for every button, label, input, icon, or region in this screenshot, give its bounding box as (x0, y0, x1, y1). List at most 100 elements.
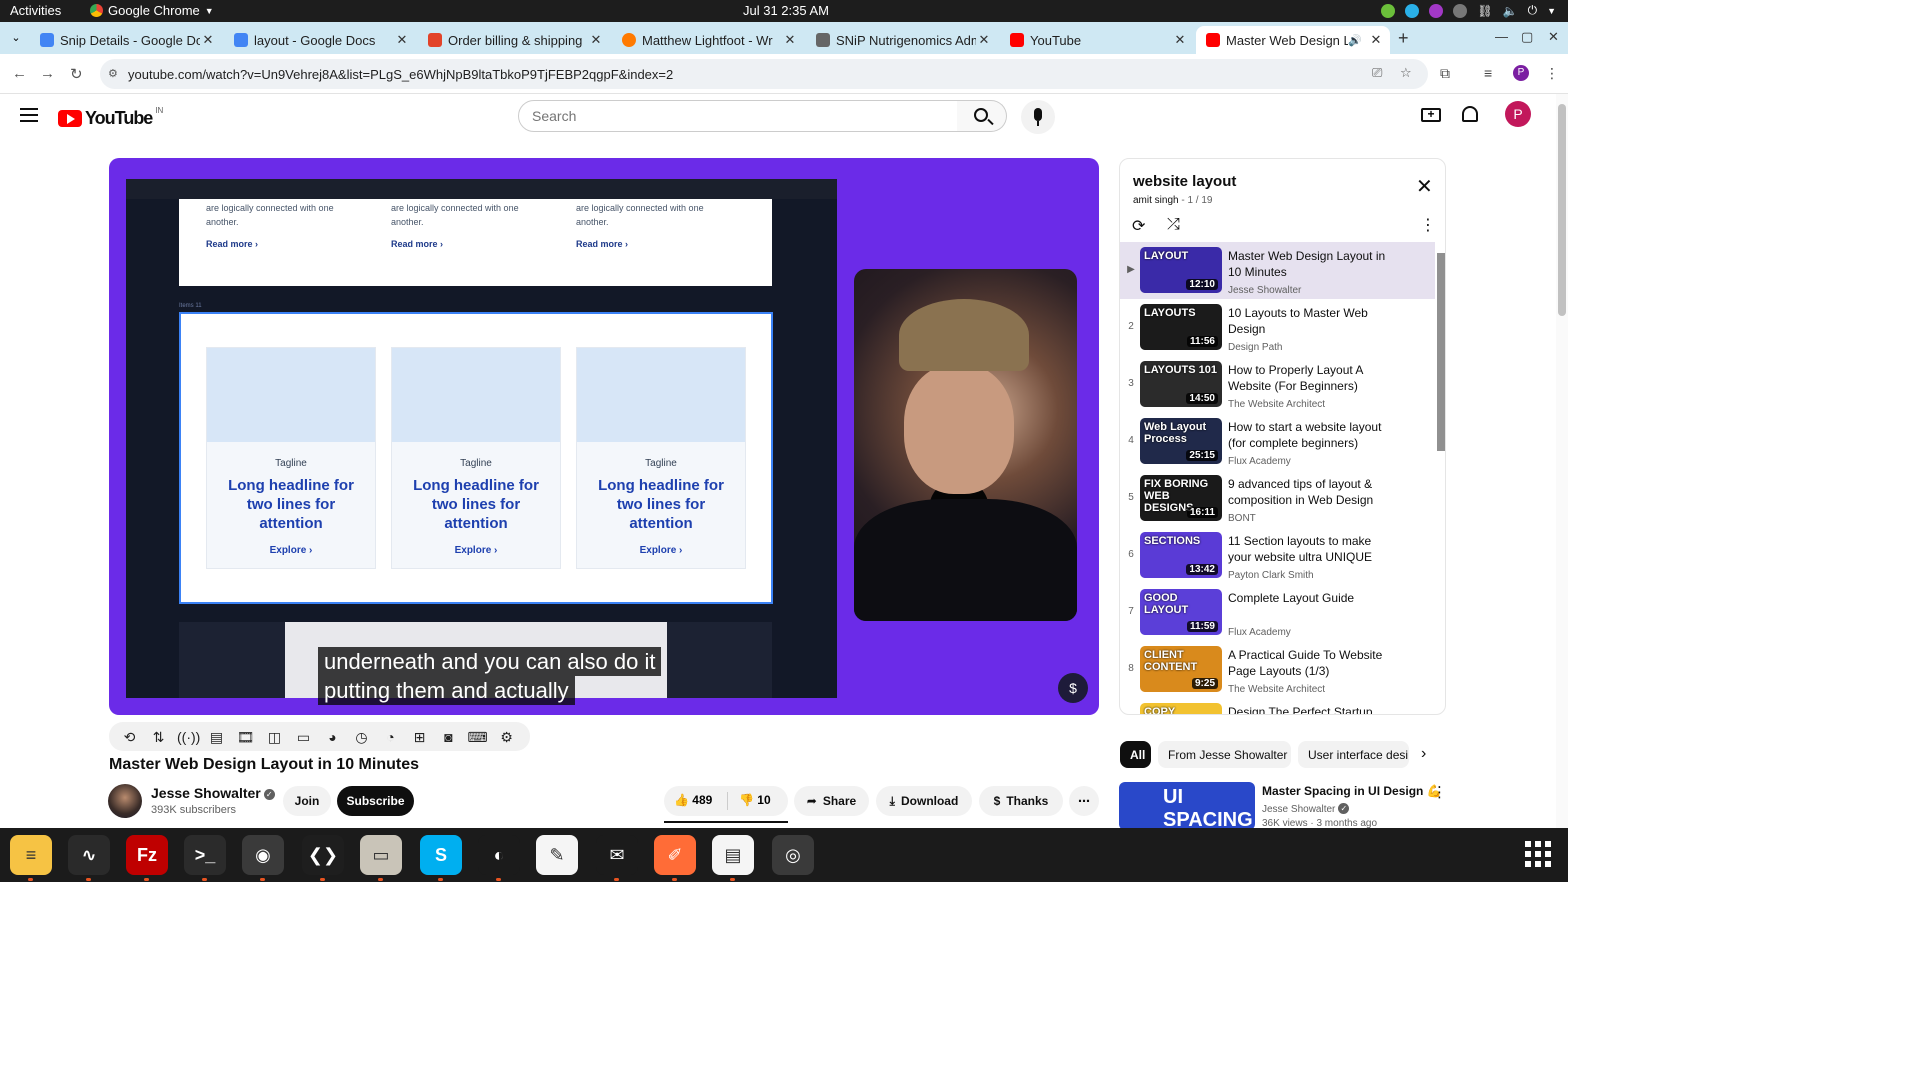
network-icon[interactable]: ⛓ (1477, 4, 1492, 18)
recommended-thumbnail[interactable]: UI SPACING (1119, 782, 1255, 830)
power-icon[interactable]: ⏻ (1528, 3, 1538, 18)
address-bar[interactable]: ⚙ youtube.com/watch?v=Un9Vehrej8A&list=P… (100, 59, 1428, 89)
tab-snip-admin[interactable]: SNiP Nutrigenomics Adm ✕ (806, 26, 998, 54)
install-app-icon[interactable]: ⎚ (1372, 65, 1382, 81)
dock-text-editor-icon[interactable]: ✎ (536, 835, 578, 875)
extensions-icon[interactable]: ⧉ (1440, 65, 1450, 82)
playlist-menu-icon[interactable]: ⋮ (1420, 215, 1436, 235)
close-tab-icon[interactable]: ✕ (1368, 32, 1384, 48)
close-tab-icon[interactable]: ✕ (588, 32, 604, 48)
create-icon[interactable]: + (1421, 108, 1441, 122)
media-control-icon[interactable]: ≡ (1484, 65, 1492, 81)
dock-terminal-icon[interactable]: >_ (184, 835, 226, 881)
account-avatar[interactable]: P (1505, 101, 1531, 127)
playlist-thumbnail[interactable]: SECTIONS 13:42 (1140, 532, 1222, 578)
playlist-item[interactable]: 5 FIX BORING WEB DESIGNS 16:11 9 advanced t… (1120, 470, 1435, 527)
more-options-icon[interactable]: ⋮ (1432, 783, 1447, 801)
playlist-item-title[interactable]: Design The Perfect Startup (1228, 704, 1388, 714)
subscribe-button[interactable]: Subscribe (337, 786, 414, 816)
notifications-bell-icon[interactable] (1462, 106, 1478, 122)
dock-skype-icon[interactable]: S (420, 835, 462, 881)
dislike-button[interactable]: 👎 10 (739, 793, 771, 807)
thanks-button[interactable]: $ Thanks (979, 786, 1063, 816)
audio-playing-icon[interactable]: 🔊 (1348, 34, 1362, 47)
scroll-thumb[interactable] (1437, 253, 1445, 451)
tab-order-billing[interactable]: Order billing & shipping ✕ (418, 26, 610, 54)
playlist-thumbnail[interactable]: GOOD LAYOUT 11:59 (1140, 589, 1222, 635)
close-tab-icon[interactable]: ✕ (782, 32, 798, 48)
tab-search-icon[interactable]: ⌄ (8, 31, 24, 47)
playlist-item[interactable]: 7 GOOD LAYOUT 11:59 Complete Layout Guide Fl… (1120, 584, 1435, 641)
playlist-thumbnail[interactable]: LAYOUTS 101 14:50 (1140, 361, 1222, 407)
close-window-icon[interactable]: ✕ (1548, 29, 1559, 45)
sponsor-dollar-icon[interactable]: $ (1058, 673, 1088, 703)
color-icon[interactable]: ◕ (322, 728, 343, 746)
speed-icon[interactable]: ◷ (351, 728, 372, 746)
tab-snip-details[interactable]: Snip Details - Google Do ✕ (30, 26, 222, 54)
extension-icon[interactable] (1429, 3, 1444, 18)
playlist-item-title[interactable]: 10 Layouts to Master Web Design (1228, 305, 1388, 337)
shield-check-icon[interactable] (1381, 3, 1396, 18)
playlist-thumbnail[interactable]: FIX BORING WEB DESIGNS 16:11 (1140, 475, 1222, 521)
loop-playlist-icon[interactable]: ⟳ (1132, 216, 1145, 236)
show-apps-grid-icon[interactable] (1525, 841, 1551, 867)
dock-chrome-icon[interactable]: ◉ (242, 835, 284, 881)
shuffle-icon[interactable]: ⤮ (1167, 216, 1180, 234)
recommended-channel[interactable]: Jesse Showalter ✓ (1262, 803, 1350, 815)
page-scrollbar[interactable] (1556, 94, 1568, 828)
tab-matthew-lightfoot[interactable]: Matthew Lightfoot - Wr ✕ (612, 26, 804, 54)
playlist-item-title[interactable]: 11 Section layouts to make your website … (1228, 533, 1388, 565)
playlist-owner[interactable]: amit singh (1133, 195, 1179, 206)
close-tab-icon[interactable]: ✕ (1172, 32, 1188, 48)
add-frame-icon[interactable]: ⊞ (409, 728, 430, 746)
broadcast-icon[interactable]: ((·)) (177, 728, 200, 746)
playlist-item-title[interactable]: 9 advanced tips of layout & composition … (1228, 476, 1388, 508)
playlist-item-title[interactable]: A Practical Guide To Website Page Layout… (1228, 647, 1388, 679)
close-tab-icon[interactable]: ✕ (976, 32, 992, 48)
playlist-item-title[interactable]: Master Web Design Layout in 10 Minutes (1228, 248, 1388, 280)
maximize-icon[interactable]: ▢ (1521, 29, 1533, 45)
voice-search-button[interactable] (1021, 100, 1055, 134)
settings-gear-icon[interactable]: ⚙ (496, 728, 517, 746)
volume-icon[interactable]: 🔈 (1503, 4, 1518, 18)
clock[interactable]: Jul 31 2:35 AM (743, 3, 829, 18)
dock-disks-icon[interactable]: ◎ (772, 835, 814, 875)
app-menu[interactable]: Google Chrome ▼ (90, 3, 214, 18)
sync-icon[interactable] (1405, 3, 1420, 18)
playlist-item[interactable]: 4 Web Layout Process 25:15 How to start a w… (1120, 413, 1435, 470)
menu-icon[interactable] (20, 108, 38, 122)
reload-icon[interactable]: ↻ (70, 65, 83, 83)
site-info-icon[interactable]: ⚙ (108, 67, 118, 80)
pen-icon[interactable] (1453, 3, 1468, 18)
dock-postman-icon[interactable]: ✐ (654, 835, 696, 881)
back-icon[interactable]: ← (12, 65, 27, 82)
profile-avatar[interactable]: P (1513, 65, 1529, 81)
screenshot-icon[interactable]: ◙ (438, 728, 459, 746)
dock-filezilla-icon[interactable]: Fz (126, 835, 168, 881)
playlist-item[interactable]: 8 CLIENT CONTENT 9:25 A Practical Guide To … (1120, 641, 1435, 698)
playlist-thumbnail[interactable]: COPY (1140, 703, 1222, 714)
search-box[interactable] (518, 100, 958, 132)
download-button[interactable]: ⤓ Download (876, 786, 972, 816)
channel-avatar[interactable] (108, 784, 142, 818)
sort-icon[interactable]: ⇅ (148, 728, 169, 746)
close-playlist-icon[interactable]: ✕ (1416, 177, 1433, 197)
dock-blender-icon[interactable]: ◐ (478, 835, 520, 881)
playlist-item[interactable]: 9COPYDesign The Perfect Startup (1120, 698, 1435, 714)
playlist-item-title[interactable]: How to Properly Layout A Website (For Be… (1228, 362, 1388, 394)
keyboard-icon[interactable]: ⌨ (467, 728, 488, 746)
search-input[interactable] (532, 108, 932, 124)
search-button[interactable] (957, 100, 1007, 132)
tab-layout-doc[interactable]: layout - Google Docs ✕ (224, 26, 416, 54)
chip-user-interface[interactable]: User interface desi (1298, 741, 1409, 768)
playlist-thumbnail[interactable]: CLIENT CONTENT 9:25 (1140, 646, 1222, 692)
playlist-scrollbar[interactable] (1437, 245, 1445, 711)
playlist-item[interactable]: 3 LAYOUTS 101 14:50 How to Properly Layout … (1120, 356, 1435, 413)
dock-libreoffice-writer-icon[interactable]: ▤ (712, 835, 754, 881)
chevron-right-icon[interactable]: › (1421, 745, 1426, 763)
playlist-thumbnail[interactable]: LAYOUT 12:10 (1140, 247, 1222, 293)
recommended-title[interactable]: Master Spacing in UI Design 💪 (1262, 784, 1442, 798)
speed-alt-icon[interactable]: ◔ (380, 728, 401, 746)
film-icon[interactable]: 🎞 (235, 728, 256, 746)
dock-thunderbird-icon[interactable]: ✉ (596, 835, 638, 881)
